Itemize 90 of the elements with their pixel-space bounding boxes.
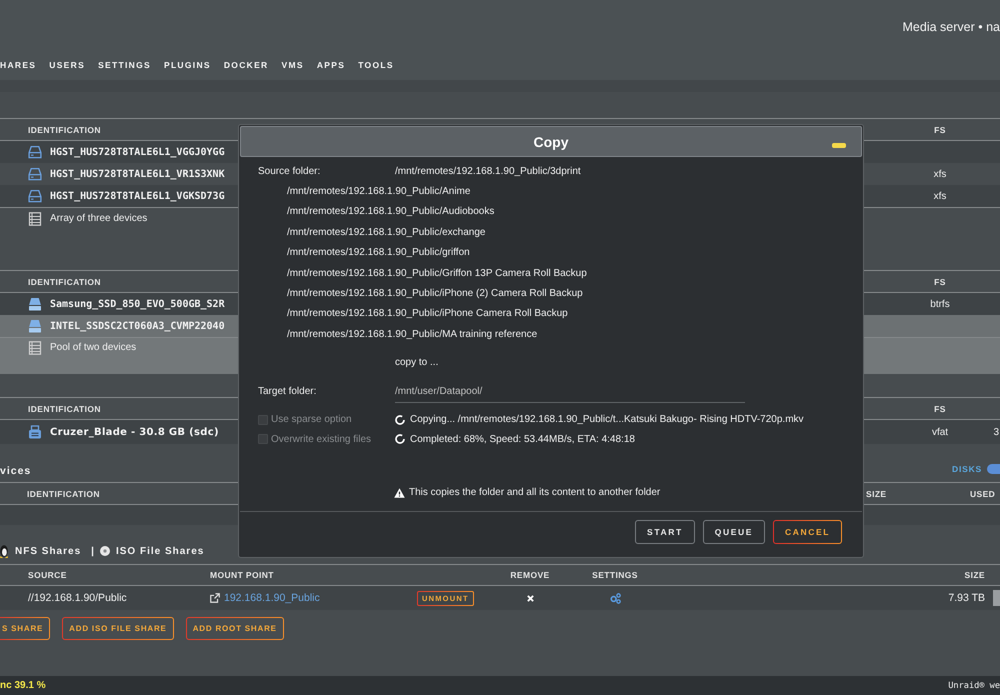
toggle-label: DISKS bbox=[952, 464, 982, 474]
table-cell: xfs bbox=[934, 168, 946, 180]
device-name: HGST_HUS728T8TALE6L1_VGKSD73G bbox=[50, 190, 225, 202]
checkbox-label: Use sparse option bbox=[271, 414, 352, 426]
hard-drive-icon bbox=[28, 189, 42, 203]
source-path: /mnt/remotes/192.168.1.90_Public/Anime bbox=[287, 186, 470, 198]
filled-drive-icon bbox=[28, 297, 42, 311]
column-header: IDENTIFICATION bbox=[28, 276, 101, 286]
settings-icon[interactable] bbox=[610, 592, 620, 604]
source-path: /mnt/remotes/192.168.1.90_Public/3dprint bbox=[395, 166, 581, 177]
status-text: Completed: 68%, Speed: 53.44MB/s, ETA: 4:48:18 bbox=[410, 434, 635, 445]
toggle-switch[interactable] bbox=[987, 464, 1000, 474]
source-path: /mnt/remotes/192.168.1.90_Public/Audiobooks bbox=[287, 206, 494, 218]
column-header: IDENTIFICATION bbox=[28, 404, 101, 414]
spinner-icon bbox=[395, 414, 405, 425]
spinner-icon bbox=[395, 434, 405, 444]
source-path: /mnt/remotes/192.168.1.90_Public/iPhone Camera Roll Backup bbox=[287, 308, 568, 320]
warning-icon bbox=[394, 488, 405, 498]
usb-drive-icon bbox=[28, 425, 42, 439]
device-name: Cruzer_Blade - 30.8 GB (sdc) bbox=[50, 426, 219, 438]
device-name: Samsung_SSD_850_EVO_500GB_S2R bbox=[50, 298, 225, 310]
column-header: SOURCE bbox=[28, 570, 67, 580]
section-tab[interactable]: NFS Shares bbox=[15, 546, 82, 556]
device-name: INTEL_SSDSC2CT060A3_CVMP22040 bbox=[50, 320, 225, 332]
source-path: /mnt/remotes/192.168.1.90_Public/MA training reference bbox=[287, 328, 538, 340]
column-header: IDENTIFICATION bbox=[27, 488, 100, 498]
nav-tab[interactable]: SETTINGS bbox=[98, 60, 151, 70]
hard-drive-icon bbox=[28, 145, 42, 159]
column-header: FS bbox=[934, 404, 946, 414]
nav-tab[interactable]: DOCKER bbox=[224, 60, 268, 70]
dialog-button[interactable]: QUEUE bbox=[702, 520, 765, 544]
add-share-button[interactable]: S SHARE bbox=[0, 617, 50, 640]
usage-bar bbox=[993, 590, 1000, 606]
section-tab[interactable]: ISO File Shares bbox=[116, 546, 204, 556]
note-text: This copies the folder and all its content to another folder bbox=[409, 487, 660, 498]
column-header: USED bbox=[970, 488, 996, 498]
column-header: REMOVE bbox=[510, 570, 550, 580]
checkbox-label: Overwrite existing files bbox=[271, 434, 372, 445]
table-cell: 3 bbox=[993, 426, 999, 438]
table-cell: vfat bbox=[932, 426, 948, 438]
dialog-button[interactable]: START bbox=[635, 520, 695, 544]
column-header: SIZE bbox=[866, 488, 886, 498]
table-cell: Pool of two devices bbox=[50, 341, 136, 355]
add-share-button[interactable]: ADD ISO FILE SHARE bbox=[62, 617, 174, 640]
server-name: Media server • na bbox=[902, 19, 1000, 35]
hard-drive-icon bbox=[28, 167, 42, 181]
source-path: /mnt/remotes/192.168.1.90_Public/Griffon 13P Camera Roll Backup bbox=[287, 268, 587, 279]
table-cell: xfs bbox=[934, 190, 946, 202]
server-icon bbox=[28, 341, 42, 355]
separator-text: | bbox=[91, 546, 94, 556]
mount-point-link[interactable]: 192.168.1.90_Public bbox=[224, 592, 320, 604]
table-cell: Array of three devices bbox=[50, 212, 148, 226]
nav-tab[interactable]: TOOLS bbox=[358, 60, 394, 70]
nav-tab[interactable]: PLUGINS bbox=[164, 60, 211, 70]
field-label: Target folder: bbox=[258, 386, 316, 398]
nav-tab[interactable]: USERS bbox=[49, 60, 86, 70]
column-header: SIZE bbox=[964, 570, 985, 580]
footer-text: Unraid® we bbox=[948, 680, 1000, 690]
share-source: //192.168.1.90/Public bbox=[28, 592, 127, 604]
column-header: IDENTIFICATION bbox=[28, 124, 101, 134]
source-path: /mnt/remotes/192.168.1.90_Public/exchange bbox=[287, 226, 486, 238]
penguin-icon bbox=[0, 544, 8, 558]
device-name: HGST_HUS728T8TALE6L1_VR1S3XNK bbox=[50, 168, 225, 180]
table-cell: 7.93 TB bbox=[948, 592, 985, 604]
dialog-title: Copy bbox=[534, 134, 568, 150]
device-name: HGST_HUS728T8TALE6L1_VGGJ0YGG bbox=[50, 146, 225, 158]
filled-drive-icon bbox=[28, 319, 42, 333]
server-icon bbox=[28, 212, 42, 226]
target-folder-field[interactable]: /mnt/user/Datapool/ bbox=[395, 380, 745, 403]
column-header: MOUNT POINT bbox=[210, 570, 274, 580]
cross-icon[interactable] bbox=[526, 594, 534, 602]
source-path: /mnt/remotes/192.168.1.90_Public/iPhone (2) Camera Roll Backup bbox=[287, 288, 583, 300]
source-path: /mnt/remotes/192.168.1.90_Public/griffon bbox=[287, 247, 470, 258]
nav-tab[interactable]: HARES bbox=[0, 60, 36, 70]
copy-to-text: copy to ... bbox=[395, 357, 438, 368]
external-link-icon bbox=[210, 593, 220, 603]
table-cell: btrfs bbox=[930, 298, 950, 310]
status-text: nc 39.1 % bbox=[0, 680, 46, 691]
dialog-button[interactable]: CANCEL bbox=[772, 520, 842, 544]
field-label: Source folder: bbox=[258, 166, 320, 177]
section-title: vices bbox=[0, 464, 32, 476]
column-header: FS bbox=[934, 124, 946, 134]
column-header: FS bbox=[934, 276, 946, 286]
disc-icon bbox=[100, 546, 110, 556]
nav-tab[interactable]: VMS bbox=[282, 60, 304, 70]
column-header: SETTINGS bbox=[592, 570, 638, 580]
nav-tab[interactable]: APPS bbox=[316, 60, 346, 70]
status-text: Copying... /mnt/remotes/192.168.1.90_Public/t...Katsuki Bakugo- Rising HDTV-720p.mkv bbox=[410, 414, 804, 426]
add-share-button[interactable]: ADD ROOT SHARE bbox=[186, 617, 284, 640]
minimize-icon[interactable] bbox=[832, 143, 846, 148]
